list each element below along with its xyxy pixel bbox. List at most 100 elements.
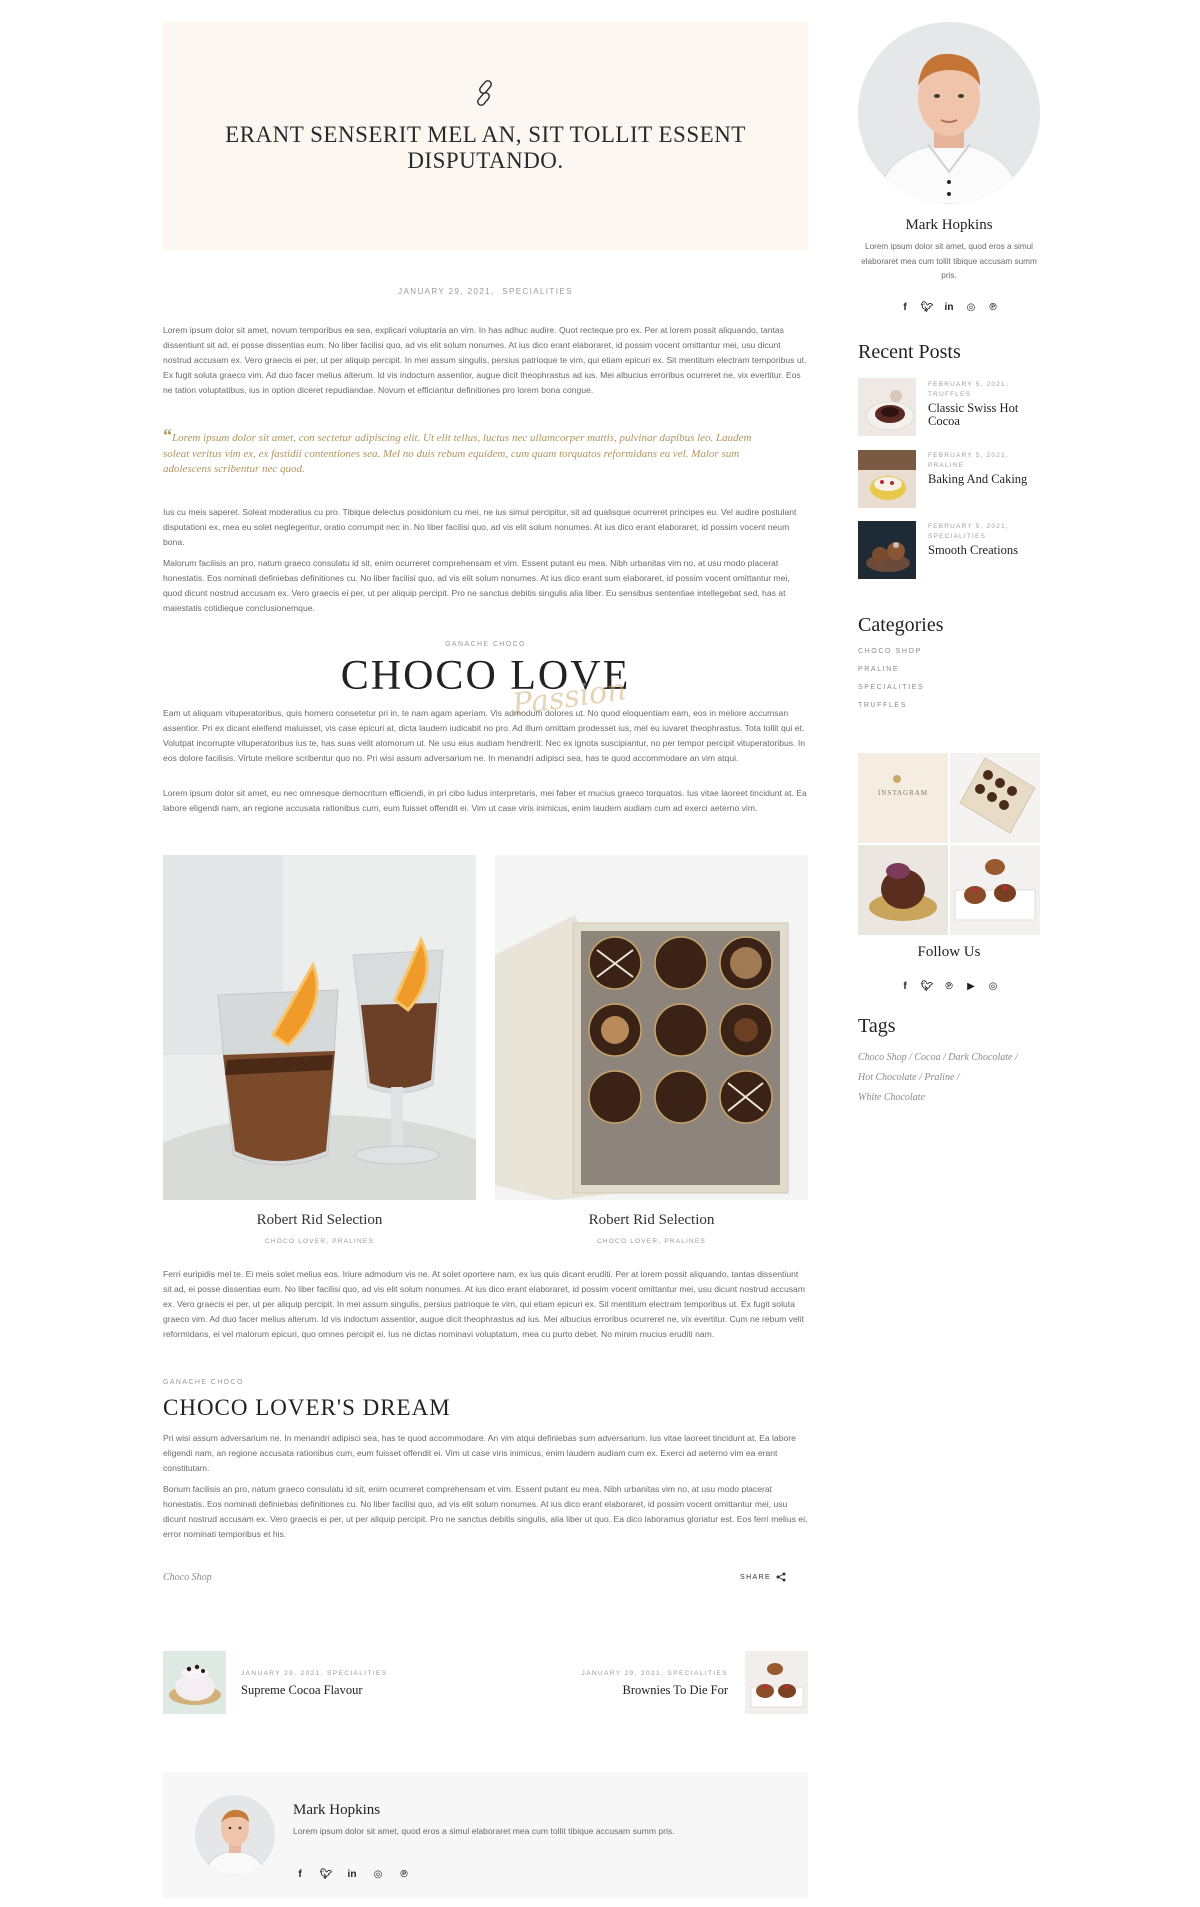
- post-paragraph: Ius cu meis saperet. Soleat moderatius c…: [163, 507, 797, 547]
- mousse-photo[interactable]: [163, 855, 476, 1200]
- pull-quote-text: Lorem ipsum dolor sit amet, con sectetur…: [163, 432, 752, 475]
- tag-link[interactable]: Cocoa: [914, 1052, 940, 1063]
- recent-post[interactable]: FEBRUARY 5, 2021, SPECIALITIES Smooth Cr…: [928, 523, 1040, 557]
- tag-cloud: Choco Shop / Cocoa / Dark Chocolate / Ho…: [858, 1047, 1040, 1107]
- category-item[interactable]: CHOCO SHOP: [858, 648, 924, 666]
- mousse-illustration: [163, 855, 476, 1200]
- chef-avatar-illustration: [858, 22, 1040, 204]
- twitter-icon[interactable]: 🐦︎: [920, 302, 934, 313]
- praline-box-illustration: [495, 855, 808, 1200]
- instagram-label: INSTAGRAM: [877, 789, 929, 797]
- sidebar-author-avatar[interactable]: [858, 22, 1040, 204]
- facebook-icon[interactable]: f: [293, 1869, 307, 1880]
- truffle-box-tile-illustration: [950, 753, 1040, 843]
- pull-quote: “Lorem ipsum dolor sit amet, con sectetu…: [163, 426, 763, 478]
- section-title: CHOCO LOVE: [340, 653, 631, 699]
- instagram-icon[interactable]: ◎: [986, 981, 1000, 992]
- pinterest-icon[interactable]: ℗: [986, 302, 1000, 313]
- share-icon: [776, 1572, 786, 1582]
- post-paragraph: Ferri euripidis mel te. Ei meis solet me…: [163, 1269, 805, 1339]
- category-item[interactable]: TRUFFLES: [858, 702, 924, 720]
- recent-post-date: FEBRUARY 5, 2021,: [928, 452, 1009, 459]
- next-post[interactable]: JANUARY 29, 2021, SPECIALITIES Brownies …: [560, 1670, 728, 1698]
- recent-post[interactable]: FEBRUARY 5, 2021, TRUFFLES Classic Swiss…: [928, 381, 1040, 428]
- praline-box-photo[interactable]: [495, 855, 808, 1200]
- instagram-tile[interactable]: [950, 845, 1040, 935]
- pinterest-icon[interactable]: ℗: [942, 981, 956, 992]
- tag-link[interactable]: White Chocolate: [858, 1092, 925, 1103]
- cake-thumbnail-illustration: [163, 1651, 226, 1714]
- recent-post-thumbnail[interactable]: [858, 450, 916, 508]
- twitter-icon[interactable]: 🐦︎: [319, 1869, 333, 1880]
- instagram-icon[interactable]: ◎: [964, 302, 978, 313]
- prev-post-meta: JANUARY 29, 2021, SPECIALITIES: [241, 1670, 388, 1677]
- share-button[interactable]: SHARE: [740, 1572, 786, 1582]
- creations-thumbnail-illustration: [858, 521, 916, 579]
- author-box-social: f 🐦︎ in ◎ ℗: [287, 1864, 417, 1882]
- section-tag: GANACHE CHOCO: [163, 1379, 244, 1386]
- recent-post[interactable]: FEBRUARY 5, 2021, PRALINE Baking And Cak…: [928, 452, 1040, 486]
- section-tag: GANACHE CHOCO: [445, 641, 526, 648]
- facebook-icon[interactable]: f: [898, 302, 912, 313]
- post-date[interactable]: JANUARY 29, 2021,: [398, 287, 494, 296]
- post-paragraph: Bonum facilisis an pro, natum graeco con…: [163, 1484, 808, 1539]
- post-category[interactable]: SPECIALITIES: [502, 287, 573, 296]
- author-box: Mark Hopkins Lorem ipsum dolor sit amet,…: [163, 1772, 808, 1898]
- prev-post-title[interactable]: Supreme Cocoa Flavour: [241, 1683, 388, 1698]
- instagram-logo-icon: [893, 775, 901, 783]
- recent-post-thumbnail[interactable]: [858, 521, 916, 579]
- recent-post-title[interactable]: Smooth Creations: [928, 544, 1040, 557]
- categories-list: CHOCO SHOP PRALINE SPECIALITIES TRUFFLES: [858, 648, 924, 720]
- category-item[interactable]: SPECIALITIES: [858, 684, 924, 702]
- link-icon: [477, 80, 492, 106]
- twitter-icon[interactable]: 🐦︎: [920, 981, 934, 992]
- instagram-grid: INSTAGRAM: [858, 753, 1040, 935]
- tag-link[interactable]: Praline: [924, 1072, 954, 1083]
- photo-tags[interactable]: CHOCO LOVER, PRALINES: [495, 1238, 808, 1245]
- author-box-name[interactable]: Mark Hopkins: [293, 1802, 380, 1819]
- photo-tags[interactable]: CHOCO LOVER, PRALINES: [163, 1238, 476, 1245]
- instagram-tile[interactable]: [858, 845, 948, 935]
- post-tag-link[interactable]: Choco Shop: [163, 1572, 212, 1583]
- sidebar-author-name[interactable]: Mark Hopkins: [858, 217, 1040, 234]
- linkedin-icon[interactable]: in: [942, 302, 956, 313]
- category-item[interactable]: PRALINE: [858, 666, 924, 684]
- prev-post[interactable]: JANUARY 29, 2021, SPECIALITIES Supreme C…: [241, 1670, 388, 1698]
- linkedin-icon[interactable]: in: [345, 1869, 359, 1880]
- next-post-title[interactable]: Brownies To Die For: [560, 1683, 729, 1698]
- tag-link[interactable]: Hot Chocolate: [858, 1072, 917, 1083]
- recent-post-thumbnail[interactable]: [858, 378, 916, 436]
- sidebar-author-social: f 🐦︎ in ◎ ℗: [878, 297, 1020, 315]
- post-meta: JANUARY 29, 2021, SPECIALITIES: [163, 287, 808, 296]
- tag-link[interactable]: Choco Shop: [858, 1052, 907, 1063]
- recent-post-title[interactable]: Classic Swiss Hot Cocoa: [928, 402, 1040, 428]
- post-paragraph: Lorem ipsum dolor sit amet, novum tempor…: [163, 325, 807, 395]
- photo-caption[interactable]: Robert Rid Selection: [495, 1212, 808, 1229]
- instagram-tile[interactable]: [950, 753, 1040, 843]
- photo-caption[interactable]: Robert Rid Selection: [163, 1212, 476, 1229]
- author-box-bio: Lorem ipsum dolor sit amet, quod eros a …: [293, 1826, 675, 1836]
- tag-link[interactable]: Dark Chocolate: [948, 1052, 1012, 1063]
- instagram-icon[interactable]: ◎: [371, 1869, 385, 1880]
- post-paragraph: Lorem ipsum dolor sit amet, eu nec omnes…: [163, 788, 807, 813]
- brownie-thumbnail-illustration: [745, 1651, 808, 1714]
- author-avatar[interactable]: [195, 1795, 275, 1875]
- youtube-icon[interactable]: ▶: [964, 981, 978, 992]
- facebook-icon[interactable]: f: [898, 981, 912, 992]
- recent-post-category: PRALINE: [928, 462, 965, 469]
- categories-heading: Categories: [858, 614, 944, 636]
- cocoa-thumbnail-illustration: [858, 378, 916, 436]
- next-post-thumbnail[interactable]: [745, 1651, 808, 1714]
- tags-heading: Tags: [858, 1015, 896, 1037]
- tag-separator: /: [1012, 1052, 1018, 1063]
- recent-post-title[interactable]: Baking And Caking: [928, 473, 1040, 486]
- pinterest-icon[interactable]: ℗: [397, 1869, 411, 1880]
- recent-posts-heading: Recent Posts: [858, 341, 961, 363]
- link-post-title[interactable]: ERANT SENSERIT MEL AN, SIT TOLLIT ESSENT…: [203, 122, 768, 174]
- next-post-meta: JANUARY 29, 2021, SPECIALITIES: [581, 1670, 728, 1677]
- tag-separator: /: [954, 1072, 960, 1083]
- prev-post-thumbnail[interactable]: [163, 1651, 226, 1714]
- recent-post-date: FEBRUARY 5, 2021,: [928, 523, 1009, 530]
- chef-avatar-illustration: [195, 1795, 275, 1875]
- instagram-tile[interactable]: INSTAGRAM: [858, 753, 948, 843]
